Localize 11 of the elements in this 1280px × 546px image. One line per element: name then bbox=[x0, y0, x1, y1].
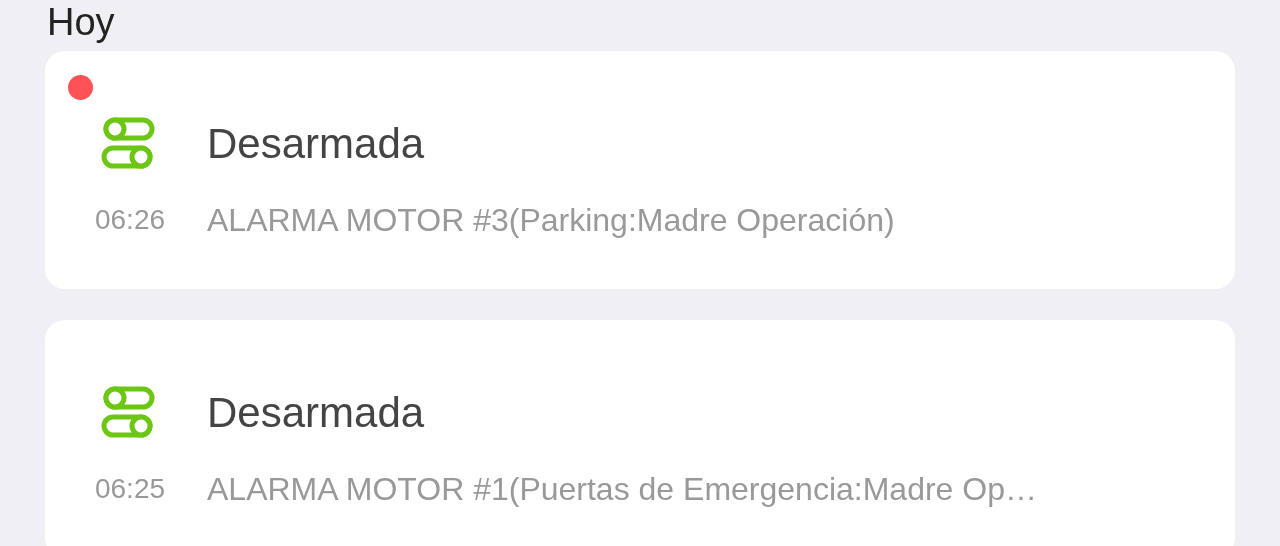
toggle-switches-icon bbox=[100, 115, 156, 171]
event-card[interactable]: Desarmada 06:26 ALARMA MOTOR #3(Parking:Madre Operación) bbox=[45, 51, 1235, 289]
event-title: Desarmada bbox=[207, 387, 425, 438]
toggle-switches-icon bbox=[100, 384, 156, 440]
event-time: 06:26 bbox=[93, 203, 167, 237]
section-title: Hoy bbox=[46, 0, 116, 45]
event-message: ALARMA MOTOR #1(Puertas de Emergencia:Madre Op… bbox=[207, 470, 1037, 509]
event-title: Desarmada bbox=[207, 118, 425, 169]
event-message: ALARMA MOTOR #3(Parking:Madre Operación) bbox=[207, 201, 895, 240]
event-time: 06:25 bbox=[93, 472, 167, 506]
event-card[interactable]: Desarmada 06:25 ALARMA MOTOR #1(Puertas de Emergencia:Madre Op… bbox=[45, 320, 1235, 546]
